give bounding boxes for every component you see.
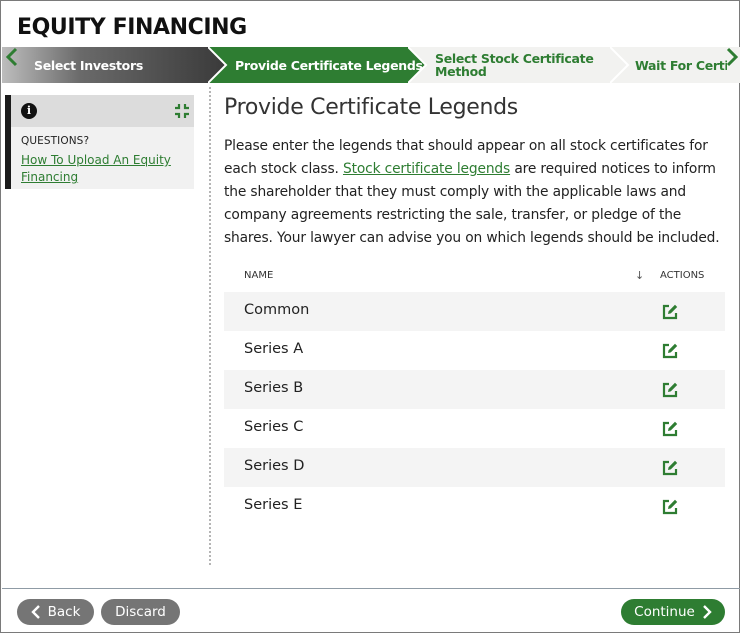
table-header: NAME ↓ ACTIONS (224, 263, 725, 292)
table-row: Series A (224, 331, 725, 370)
stock-class-name: Series E (244, 497, 303, 513)
app-window: EQUITY FINANCING Select Investors Provid… (0, 0, 740, 633)
table-row: Series D (224, 448, 725, 487)
edit-icon[interactable] (661, 303, 679, 321)
chevron-left-icon (30, 605, 40, 619)
edit-icon[interactable] (661, 342, 679, 360)
stock-certificate-legends-link[interactable]: Stock certificate legends (343, 161, 510, 177)
intro-paragraph: Please enter the legends that should app… (224, 135, 724, 250)
step-wait-for-certificates[interactable]: Wait For Certifi (610, 47, 740, 83)
column-header-actions: ACTIONS (660, 270, 705, 281)
back-button-label: Back (47, 604, 81, 620)
step-label: Select Investors (34, 57, 143, 73)
questions-label: QUESTIONS? (21, 135, 90, 147)
sort-arrow-icon[interactable]: ↓ (635, 269, 644, 282)
scroll-left-icon[interactable] (5, 47, 19, 67)
section-heading: Provide Certificate Legends (224, 95, 518, 120)
help-link-upload-equity-financing[interactable]: How To Upload An Equity Financing (21, 152, 191, 186)
table-body: Common Series A Series B Series C Series D Se… (224, 292, 725, 526)
stock-class-name: Common (244, 302, 310, 318)
edit-icon[interactable] (661, 381, 679, 399)
stock-class-name: Series C (244, 419, 304, 435)
step-label: Provide Certificate Legends (235, 57, 423, 73)
info-icon: i (21, 103, 37, 119)
discard-button[interactable]: Discard (101, 599, 180, 625)
edit-icon[interactable] (661, 459, 679, 477)
edit-icon[interactable] (661, 498, 679, 516)
stock-class-name: Series B (244, 380, 304, 396)
step-provide-certificate-legends[interactable]: Provide Certificate Legends (208, 47, 430, 83)
step-label: Wait For Certifi (635, 57, 727, 73)
continue-button-label: Continue (634, 604, 695, 620)
wizard-steps: Select Investors Provide Certificate Leg… (2, 47, 740, 85)
footer-divider (2, 588, 740, 589)
continue-button[interactable]: Continue (621, 599, 725, 625)
page-title: EQUITY FINANCING (17, 15, 247, 40)
discard-button-label: Discard (115, 604, 166, 620)
stock-class-name: Series A (244, 341, 304, 357)
step-label: Select Stock Certificate Method (435, 47, 594, 83)
sidebar-divider (209, 87, 211, 565)
chevron-right-icon (703, 605, 712, 619)
edit-icon[interactable] (661, 420, 679, 438)
table-row: Series B (224, 370, 725, 409)
column-header-name[interactable]: NAME (244, 270, 273, 281)
step-select-stock-certificate-method[interactable]: Select Stock Certificate Method (408, 47, 632, 83)
step-select-investors[interactable]: Select Investors (2, 47, 228, 83)
back-button[interactable]: Back (17, 599, 94, 625)
table-row: Series E (224, 487, 725, 526)
stock-class-name: Series D (244, 458, 305, 474)
help-panel-header: i (11, 95, 194, 127)
legends-table: NAME ↓ ACTIONS Common Series A Series B Ser… (224, 263, 725, 526)
table-row: Common (224, 292, 725, 331)
scroll-right-icon[interactable] (725, 47, 739, 67)
table-row: Series C (224, 409, 725, 448)
help-panel: i QUESTIONS? How To Upload An Equity Fin… (5, 95, 194, 189)
collapse-icon[interactable] (174, 103, 190, 119)
step-label-line2: Method (435, 64, 487, 79)
